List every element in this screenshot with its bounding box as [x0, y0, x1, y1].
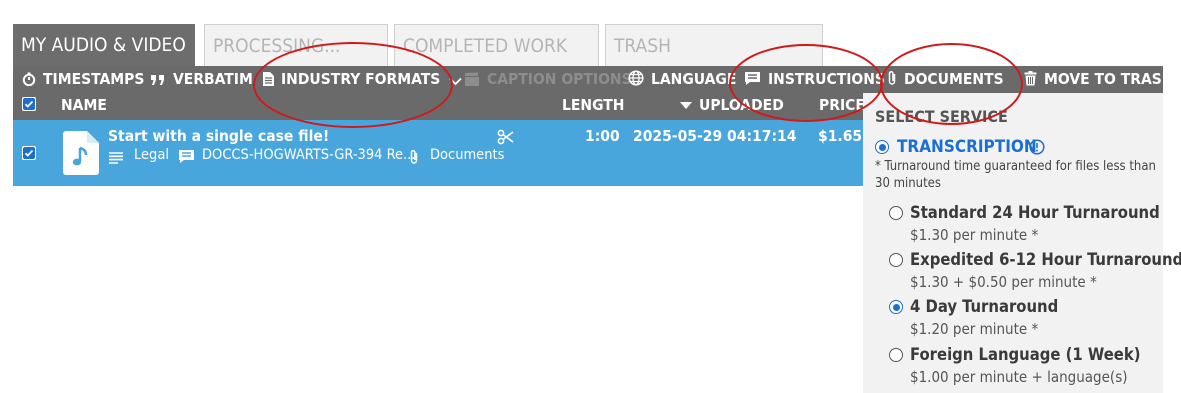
scissors-icon[interactable]: [497, 129, 514, 145]
comment-icon: [179, 150, 194, 163]
tab-my-audio-video[interactable]: MY AUDIO & VIDEO: [13, 24, 195, 66]
industry-formats-label: INDUSTRY FORMATS: [281, 70, 441, 88]
check-icon: [23, 98, 35, 110]
table-header: NAME LENGTH UPLOADED PRICE: [13, 93, 865, 120]
instructions-button[interactable]: INSTRUCTIONS: [744, 66, 885, 93]
file-instructions[interactable]: DOCCS-HOGWARTS-GR-394 Re...: [202, 147, 415, 163]
option-4day-title[interactable]: 4 Day Turnaround: [910, 297, 1058, 316]
paperclip-icon: [410, 150, 418, 164]
panel-title: SELECT SERVICE: [875, 107, 1008, 126]
option-expedited-title[interactable]: Expedited 6-12 Hour Turnaround: [910, 250, 1181, 269]
turnaround-note-line2: 30 minutes: [875, 176, 941, 191]
stopwatch-icon: [22, 72, 36, 87]
select-all-checkbox[interactable]: [22, 97, 36, 111]
info-icon[interactable]: [1029, 139, 1045, 155]
row-checkbox[interactable]: [22, 146, 36, 160]
column-price[interactable]: PRICE: [819, 93, 865, 118]
option-foreign-price: $1.00 per minute + language(s): [910, 368, 1128, 386]
option-standard-title[interactable]: Standard 24 Hour Turnaround: [910, 203, 1160, 222]
turnaround-note-line1: * Turnaround time guaranteed for files l…: [875, 159, 1156, 174]
table-row[interactable]: Start with a single case file! 1:00 2025…: [13, 120, 863, 186]
audio-file-icon: [63, 131, 99, 175]
verbatim-label: VERBATIM: [173, 70, 253, 88]
option-foreign-radio[interactable]: [889, 348, 903, 362]
file-uploaded: 2025-05-29 04:17:14: [633, 127, 797, 145]
toolbar: TIMESTAMPS VERBATIM INDUSTRY FORMATS CAP…: [13, 66, 1173, 93]
option-standard-radio[interactable]: [889, 206, 903, 220]
column-length[interactable]: LENGTH: [562, 93, 624, 118]
clapperboard-icon: [465, 72, 479, 86]
option-4day-radio[interactable]: [889, 300, 903, 314]
chevron-down-icon: [449, 77, 462, 86]
document-icon: [263, 72, 274, 86]
documents-label: DOCUMENTS: [904, 70, 1004, 88]
file-length: 1:00: [585, 127, 620, 145]
language-label: LANGUAGE: [651, 70, 737, 88]
option-standard-price: $1.30 per minute *: [910, 226, 1039, 244]
option-4day-price: $1.20 per minute *: [910, 320, 1039, 338]
tab-trash[interactable]: TRASH: [605, 24, 823, 66]
verbatim-button[interactable]: VERBATIM: [150, 66, 253, 93]
column-name[interactable]: NAME: [61, 93, 107, 118]
move-to-trash-button[interactable]: MOVE TO TRASH: [1024, 66, 1173, 93]
column-uploaded[interactable]: UPLOADED: [699, 93, 784, 118]
option-expedited-price: $1.30 + $0.50 per minute *: [910, 273, 1097, 291]
trash-icon: [1024, 71, 1037, 86]
caption-options-button[interactable]: CAPTION OPTIONS: [464, 66, 632, 93]
timestamps-button[interactable]: TIMESTAMPS: [22, 66, 144, 93]
service-transcription-radio[interactable]: [875, 140, 889, 154]
paperclip-icon: [888, 71, 896, 85]
file-format[interactable]: Legal: [134, 147, 169, 163]
globe-icon: [628, 70, 644, 86]
language-button[interactable]: LANGUAGE: [628, 66, 736, 93]
move-to-trash-label: MOVE TO TRASH: [1044, 70, 1174, 88]
option-foreign-title[interactable]: Foreign Language (1 Week): [910, 345, 1141, 364]
industry-formats-dropdown[interactable]: INDUSTRY FORMATS: [263, 66, 462, 93]
timestamps-label: TIMESTAMPS: [43, 70, 145, 88]
comment-icon: [745, 72, 760, 85]
service-transcription-label[interactable]: TRANSCRIPTION: [897, 137, 1037, 157]
select-service-panel: SELECT SERVICE TRANSCRIPTION * Turnaroun…: [863, 93, 1181, 393]
file-documents[interactable]: Documents: [430, 147, 504, 163]
tab-completed-work[interactable]: COMPLETED WORK: [394, 24, 599, 66]
check-icon: [23, 147, 35, 159]
tab-processing[interactable]: PROCESSING...: [204, 24, 388, 66]
quote-icon: [151, 75, 164, 85]
file-price: $1.65: [818, 127, 863, 145]
documents-button[interactable]: DOCUMENTS: [887, 66, 1004, 93]
option-expedited-radio[interactable]: [889, 253, 903, 267]
format-lines-icon: [109, 152, 123, 164]
instructions-label: INSTRUCTIONS: [768, 70, 885, 88]
caption-options-label: CAPTION OPTIONS: [487, 70, 632, 88]
sort-desc-icon[interactable]: [680, 102, 692, 110]
file-name[interactable]: Start with a single case file!: [108, 127, 329, 145]
